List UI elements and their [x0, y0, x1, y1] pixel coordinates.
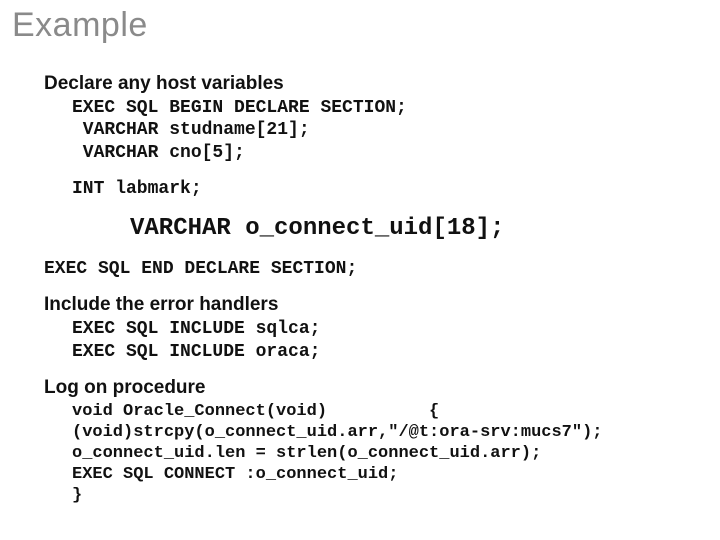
- code-include: EXEC SQL INCLUDE sqlca; EXEC SQL INCLUDE…: [72, 318, 688, 363]
- section-heading-logon: Log on procedure: [44, 377, 688, 399]
- section-heading-declare: Declare any host variables: [44, 73, 688, 95]
- slide: Example Declare any host variables EXEC …: [0, 0, 720, 540]
- code-logon: void Oracle_Connect(void) { (void)strcpy…: [72, 401, 688, 506]
- code-begin-declare: EXEC SQL BEGIN DECLARE SECTION; VARCHAR …: [72, 97, 688, 164]
- code-varchar-connect-uid: VARCHAR o_connect_uid[18];: [130, 214, 688, 244]
- section-heading-include: Include the error handlers: [44, 294, 688, 316]
- code-end-declare: EXEC SQL END DECLARE SECTION;: [44, 258, 688, 280]
- page-title: Example: [12, 6, 708, 45]
- code-int-labmark: INT labmark;: [72, 178, 688, 200]
- slide-body: Declare any host variables EXEC SQL BEGI…: [12, 73, 708, 506]
